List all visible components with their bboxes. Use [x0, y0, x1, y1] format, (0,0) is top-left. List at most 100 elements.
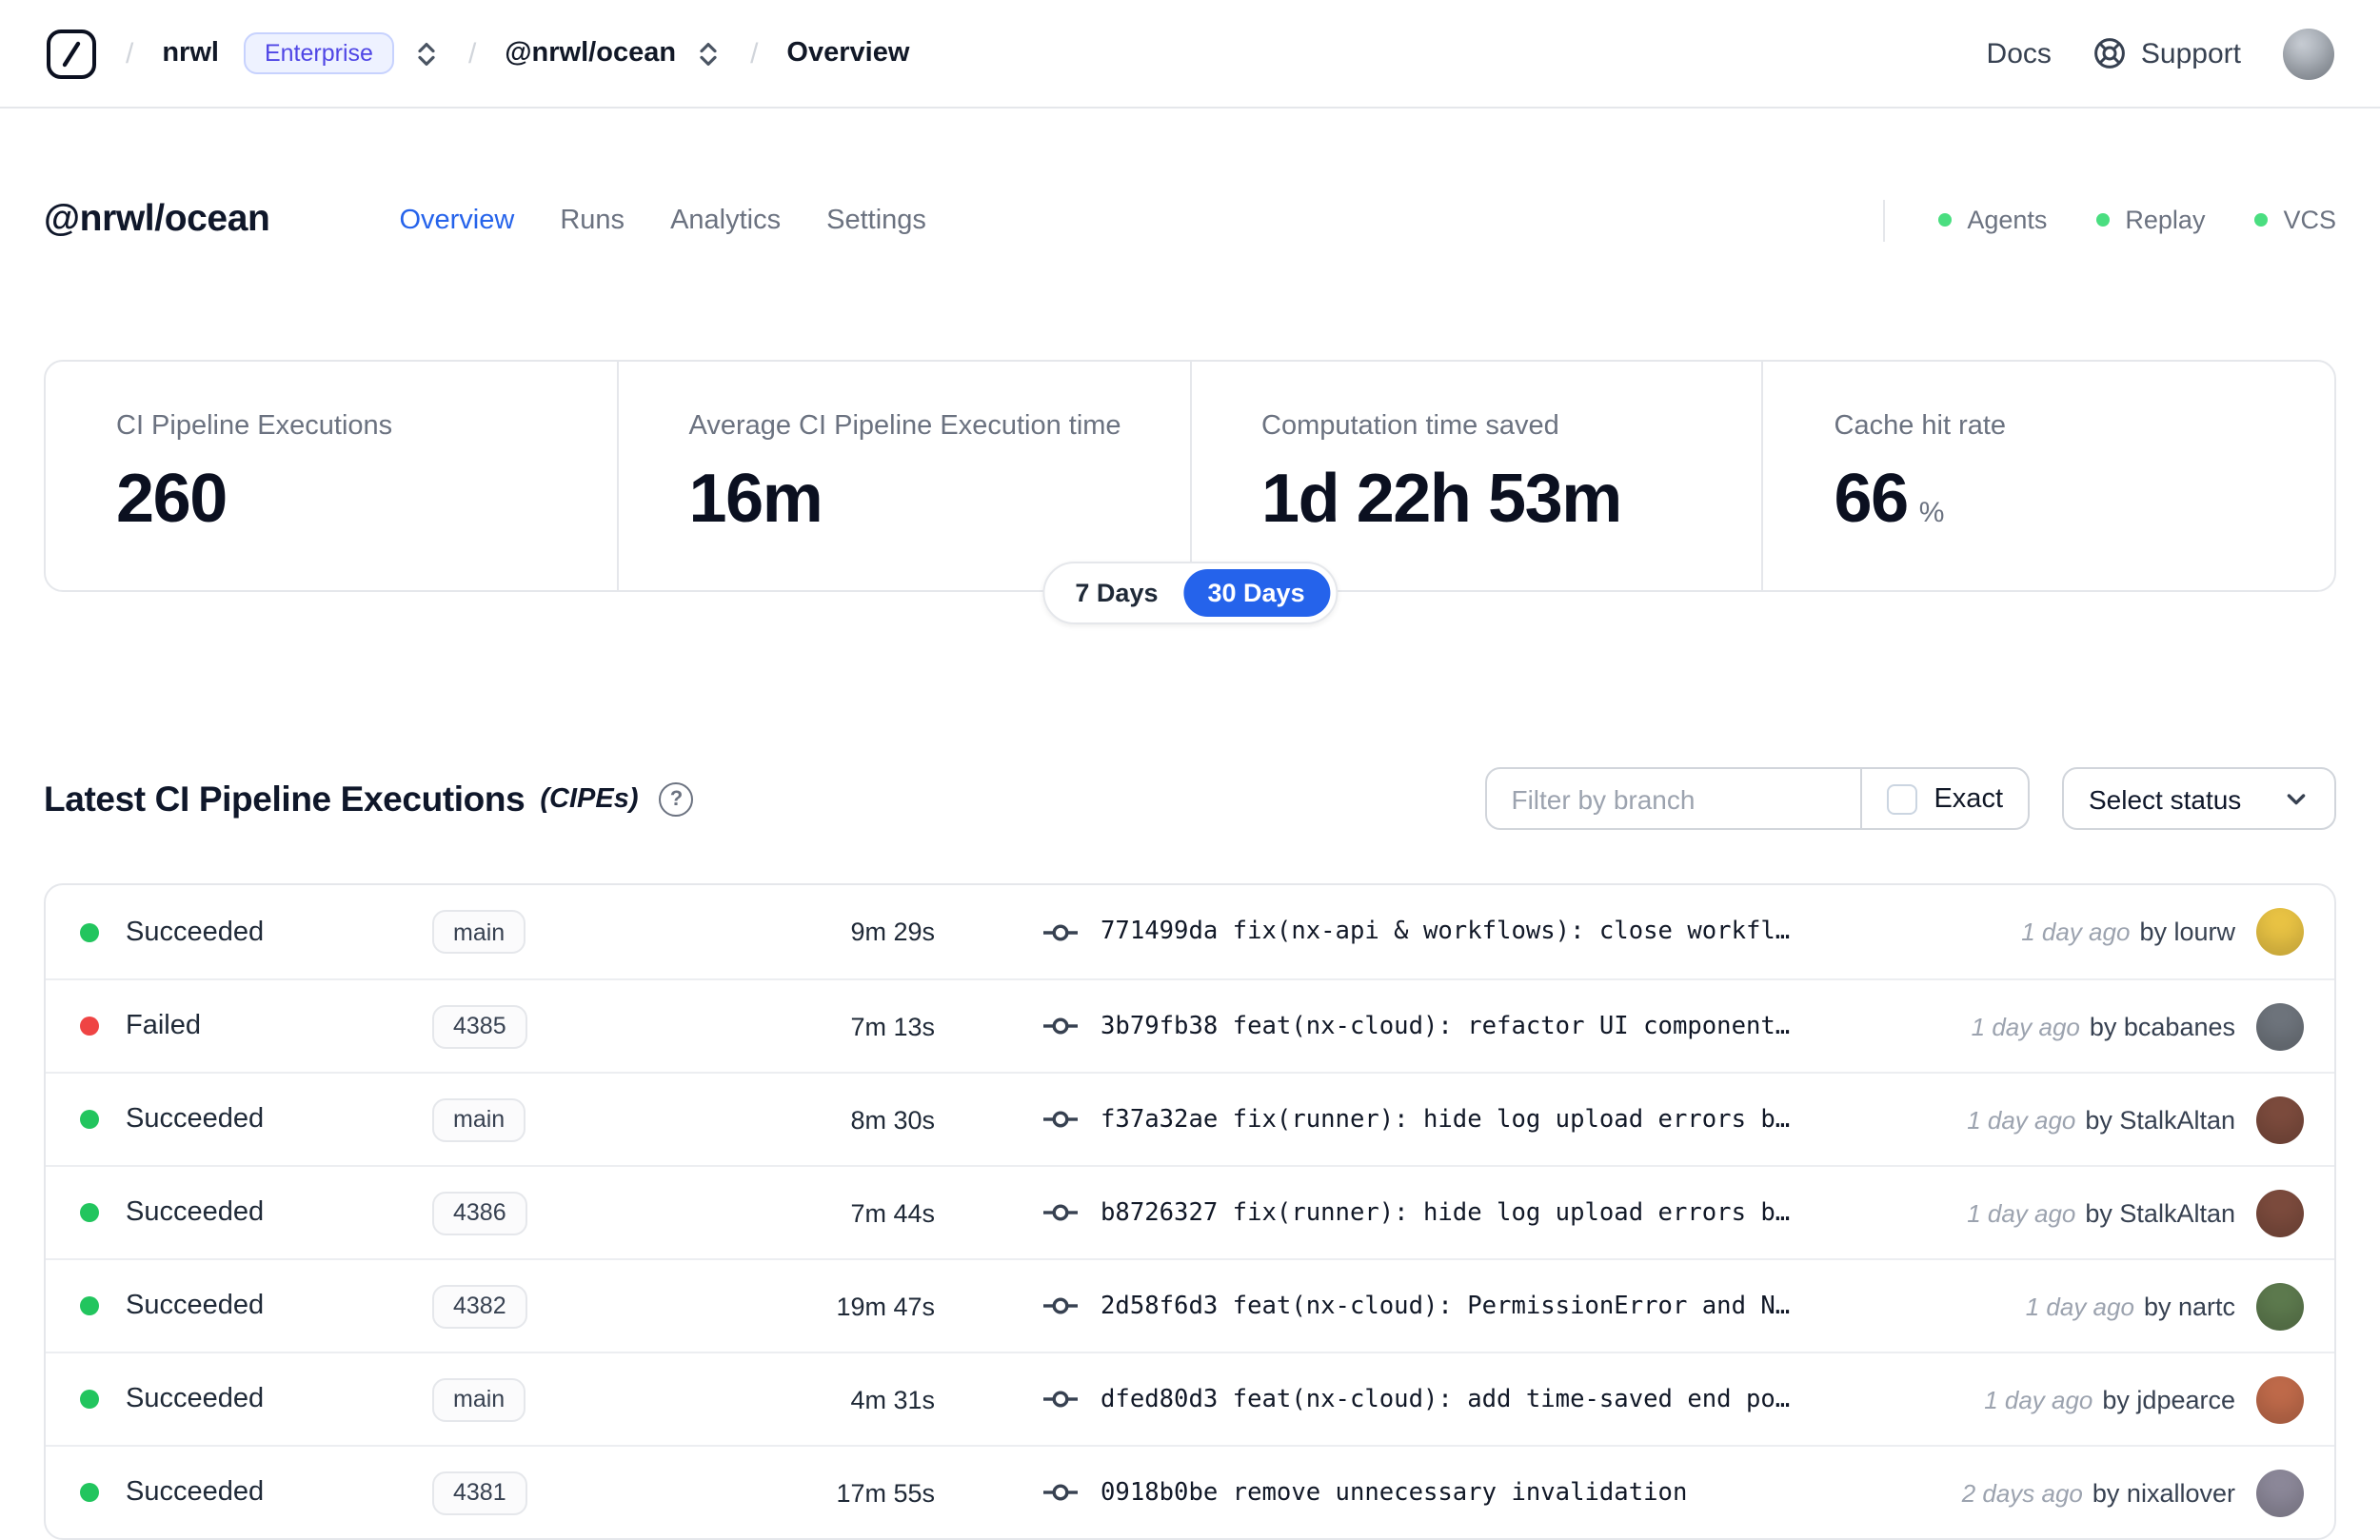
git-commit-icon [1043, 1017, 1078, 1035]
stat-card: Computation time saved 1d 22h 53m [1189, 362, 1762, 591]
status-dot [80, 1390, 99, 1410]
stat-card: Average CI Pipeline Execution time 16m [616, 362, 1190, 591]
cipe-row[interactable]: Failed 4385 7m 13s 3b79fb38 feat(nx-clou… [46, 978, 2334, 1072]
docs-link[interactable]: Docs [1987, 37, 2052, 69]
workspace-switcher-icon[interactable] [695, 39, 722, 68]
status-legend: Agents Replay VCS [1938, 206, 2336, 234]
cipe-row[interactable]: Succeeded 4386 7m 44s b8726327 fix(runne… [46, 1165, 2334, 1258]
cipe-row[interactable]: Succeeded main 8m 30s f37a32ae fix(runne… [46, 1072, 2334, 1165]
stats-section: CI Pipeline Executions 260 Average CI Pi… [44, 360, 2336, 625]
exact-toggle[interactable]: Exact [1859, 769, 2028, 829]
meta-cell: 1 day ago by bcabanes [1972, 1002, 2304, 1051]
tab-analytics[interactable]: Analytics [670, 205, 781, 235]
stat-number: 1d 22h 53m [1261, 459, 1622, 537]
org-switcher-icon[interactable] [413, 39, 440, 68]
status-cell: Failed [80, 1011, 432, 1041]
stat-label: Cache hit rate [1834, 411, 2007, 442]
commit-cell: 3b79fb38 feat(nx-cloud): refactor UI com… [1041, 1007, 1937, 1045]
exact-checkbox[interactable] [1886, 783, 1917, 815]
relative-time: 1 day ago [1984, 1385, 2093, 1414]
stat-label: Average CI Pipeline Execution time [688, 411, 1121, 442]
commit-cell: dfed80d3 feat(nx-cloud): add time-saved … [1041, 1380, 1950, 1418]
git-commit-icon [1043, 1484, 1078, 1501]
tab-overview[interactable]: Overview [399, 205, 514, 235]
top-nav-actions: Docs Support [1987, 28, 2334, 79]
legend-label: Replay [2125, 206, 2206, 234]
cipe-row[interactable]: Succeeded 4381 17m 55s 0918b0be remove u… [46, 1445, 2334, 1538]
range-option-7-days[interactable]: 7 Days [1050, 569, 1182, 617]
breadcrumb-workspace[interactable]: @nrwl/ocean [505, 38, 676, 69]
git-commit-icon [1043, 1111, 1078, 1128]
cipe-row[interactable]: Succeeded main 4m 31s dfed80d3 feat(nx-c… [46, 1352, 2334, 1445]
nx-cloud-logo[interactable] [46, 28, 97, 79]
git-commit-icon [1043, 1297, 1078, 1314]
status-select-button[interactable]: Select status [2062, 767, 2336, 831]
meta-cell: 1 day ago by lourw [2021, 908, 2304, 957]
user-avatar[interactable] [2283, 28, 2334, 79]
legend-wrap: Agents Replay VCS [1883, 199, 2336, 241]
author-avatar [2256, 908, 2304, 957]
stat-value: 1d 22h 53m [1261, 457, 1728, 539]
cipe-table: Succeeded main 9m 29s 771499da fix(nx-ap… [44, 883, 2336, 1540]
commit-cell: b8726327 fix(runner): hide log upload er… [1041, 1194, 1933, 1232]
cipes-header: Latest CI Pipeline Executions (CIPEs) ? … [0, 767, 2380, 831]
cipe-row[interactable]: Succeeded main 9m 29s 771499da fix(nx-ap… [46, 885, 2334, 978]
commit-message[interactable]: 2d58f6d3 feat(nx-cloud): PermissionError… [1101, 1292, 1790, 1320]
branch-cell: 4381 [432, 1471, 764, 1515]
support-button[interactable]: Support [2093, 36, 2241, 70]
tab-runs[interactable]: Runs [560, 205, 625, 235]
legend-label: VCS [2283, 206, 2336, 234]
branch-badge[interactable]: main [432, 1097, 526, 1142]
branch-badge[interactable]: 4386 [432, 1191, 527, 1235]
branch-cell: main [432, 910, 764, 955]
legend-item-agents[interactable]: Agents [1938, 206, 2047, 234]
legend-label: Agents [1967, 206, 2048, 234]
duration: 17m 55s [836, 1478, 935, 1508]
stat-number: 260 [116, 459, 228, 537]
range-option-30-days[interactable]: 30 Days [1182, 569, 1330, 618]
status-cell: Succeeded [80, 1384, 432, 1414]
filter-branch-input[interactable] [1486, 769, 1860, 829]
author: by lourw [2139, 918, 2235, 947]
commit-message[interactable]: f37a32ae fix(runner): hide log upload er… [1101, 1105, 1790, 1134]
stat-number: 16m [688, 459, 823, 537]
legend-item-replay[interactable]: Replay [2096, 206, 2205, 234]
commit-message[interactable]: 0918b0be remove unnecessary invalidation [1101, 1478, 1687, 1507]
commit-message[interactable]: b8726327 fix(runner): hide log upload er… [1101, 1198, 1790, 1227]
workspace-header: @nrwl/ocean Overview Runs Analytics Setting… [0, 198, 2380, 242]
branch-badge[interactable]: 4382 [432, 1284, 527, 1329]
branch-filter-group: Exact [1484, 767, 2030, 831]
breadcrumb-separator: / [750, 37, 759, 69]
meta-cell: 1 day ago by StalkAltan [1967, 1096, 2304, 1144]
stat-value: 16m [689, 457, 1156, 539]
commit-message[interactable]: 771499da fix(nx-api & workflows): close … [1101, 918, 1790, 946]
branch-badge[interactable]: main [432, 910, 526, 955]
duration: 4m 31s [850, 1385, 935, 1414]
commit-message[interactable]: dfed80d3 feat(nx-cloud): add time-saved … [1101, 1385, 1790, 1413]
branch-badge[interactable]: 4385 [432, 1004, 527, 1049]
status-dot [80, 922, 99, 942]
help-icon[interactable]: ? [659, 781, 694, 817]
author-avatar [2256, 1282, 2304, 1331]
branch-cell: 4386 [432, 1191, 764, 1235]
status-label: Succeeded [126, 1104, 265, 1135]
cipe-row[interactable]: Succeeded 4382 19m 47s 2d58f6d3 feat(nx-… [46, 1258, 2334, 1352]
tab-settings[interactable]: Settings [826, 205, 926, 235]
author: by StalkAltan [2085, 1198, 2235, 1228]
commit-cell: 771499da fix(nx-api & workflows): close … [1041, 913, 1987, 951]
branch-cell: main [432, 1377, 764, 1422]
breadcrumb-org[interactable]: nrwl [162, 38, 219, 69]
nx-cloud-app: / nrwl Enterprise / @nrwl/ocean / Overvi… [0, 0, 2380, 1540]
legend-dot [2254, 213, 2269, 227]
commit-message[interactable]: 3b79fb38 feat(nx-cloud): refactor UI com… [1101, 1012, 1790, 1040]
branch-badge[interactable]: 4381 [432, 1471, 527, 1515]
author: by nartc [2143, 1292, 2235, 1321]
duration: 9m 29s [850, 918, 935, 947]
relative-time: 1 day ago [1967, 1105, 2076, 1135]
branch-badge[interactable]: main [432, 1377, 526, 1422]
status-cell: Succeeded [80, 917, 432, 947]
author: by StalkAltan [2085, 1105, 2235, 1135]
stat-suffix: % [1918, 497, 1945, 529]
git-commit-icon [1043, 1391, 1078, 1408]
legend-item-vcs[interactable]: VCS [2254, 206, 2336, 234]
